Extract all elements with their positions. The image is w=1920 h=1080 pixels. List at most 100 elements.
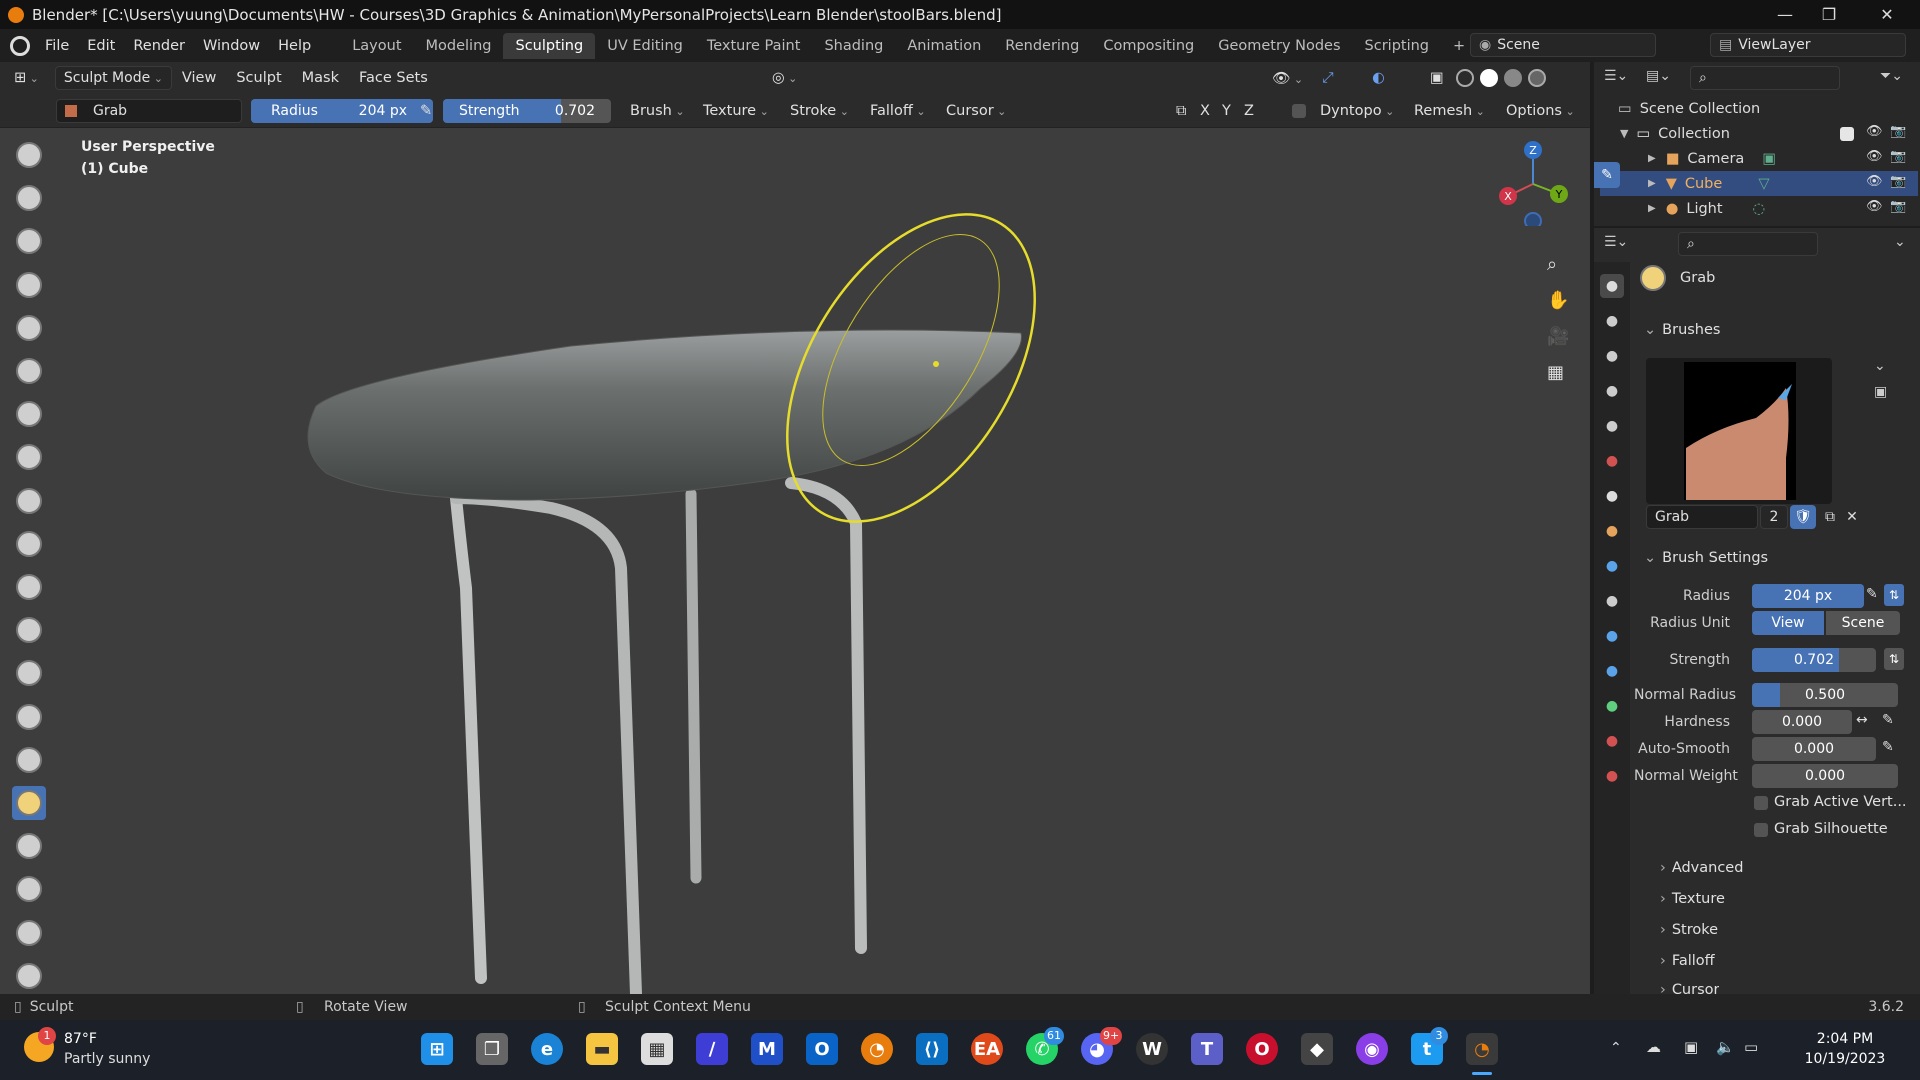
tab-scripting[interactable]: Scripting — [1353, 33, 1441, 59]
network-icon[interactable]: ▣ — [1684, 1038, 1698, 1056]
remesh-dropdown[interactable]: Remesh — [1404, 103, 1495, 119]
auto-smooth-field[interactable]: 0.000 — [1752, 737, 1876, 761]
outliner-item-light[interactable]: ▶ ● Light ◌ 👁 📷 — [1600, 196, 1918, 221]
cursor-dropdown[interactable]: Cursor — [936, 103, 1016, 119]
camera-view-icon[interactable]: 🎥 — [1547, 326, 1569, 347]
tool-fill-icon[interactable] — [12, 613, 46, 647]
properties-tab-scene-icon[interactable]: ● — [1600, 414, 1624, 438]
radius-unified-icon[interactable]: ⇅ — [1884, 584, 1904, 606]
blender-menu-icon[interactable] — [10, 35, 30, 56]
properties-tab-physics-icon[interactable]: ● — [1600, 624, 1624, 648]
filter-icon[interactable]: ⏷⌄ — [1880, 68, 1903, 84]
visibility-icon[interactable]: 👁 — [1262, 70, 1313, 87]
properties-tab-output-icon[interactable]: ● — [1600, 344, 1624, 368]
hardness-invert-icon[interactable]: ↔ — [1856, 712, 1868, 728]
teams-icon[interactable]: T — [1191, 1033, 1223, 1065]
weather-temperature[interactable]: 87°F — [64, 1031, 97, 1047]
cube-visibility-icon[interactable]: 👁 — [1866, 174, 1883, 189]
stroke-dropdown[interactable]: Stroke — [780, 103, 859, 119]
weather-description[interactable]: Partly sunny — [64, 1051, 150, 1067]
active-tool-icon[interactable]: ✎ — [1594, 162, 1620, 188]
expand-arrow-icon[interactable]: ▶ — [1648, 153, 1656, 164]
unlink-brush-icon[interactable]: ✕ — [1842, 505, 1862, 529]
xray-icon[interactable]: ▣ — [1420, 70, 1454, 86]
tool-scrape-icon[interactable] — [12, 656, 46, 690]
tool-draw-sharp-icon[interactable] — [12, 181, 46, 215]
tool-clay-thumb-icon[interactable] — [12, 311, 46, 345]
task-view-icon[interactable]: ❐ — [476, 1033, 508, 1065]
properties-tab-collection-icon[interactable]: ● — [1600, 484, 1624, 508]
normal-weight-field[interactable]: 0.000 — [1752, 764, 1898, 788]
properties-search-input[interactable]: ⌕ — [1678, 232, 1818, 256]
menu-face-sets[interactable]: Face Sets — [349, 70, 438, 86]
auto-smooth-pressure-icon[interactable]: ✎ — [1882, 739, 1894, 755]
tool-crease-icon[interactable] — [12, 484, 46, 518]
pan-hand-icon[interactable]: ✋ — [1547, 290, 1569, 311]
tab-compositing[interactable]: Compositing — [1091, 33, 1206, 59]
cube-render-icon[interactable]: 📷 — [1890, 174, 1906, 189]
outliner-collection[interactable]: ▼ ▭ Collection 👁 📷 — [1600, 121, 1918, 146]
material-shading-icon[interactable] — [1504, 69, 1522, 87]
light-visibility-icon[interactable]: 👁 — [1866, 199, 1883, 214]
brush-name-field[interactable]: Grab — [56, 98, 242, 123]
menu-view[interactable]: View — [172, 70, 226, 86]
file-explorer-icon[interactable]: ▬ — [586, 1033, 618, 1065]
zoom-icon[interactable]: ⌕ — [1547, 254, 1557, 275]
tool-multiplane-scrape-icon[interactable] — [12, 700, 46, 734]
fake-user-shield-icon[interactable]: 🛡 — [1790, 505, 1816, 529]
advanced-subsection[interactable]: › Advanced — [1660, 860, 1743, 876]
tool-flatten-icon[interactable] — [12, 570, 46, 604]
outliner-item-camera[interactable]: ▶ ■ Camera ▣ 👁 📷 — [1600, 146, 1918, 171]
properties-tab-modifiers-icon[interactable]: ● — [1600, 554, 1624, 578]
tab-sculpting[interactable]: Sculpting — [503, 32, 596, 59]
texture-subsection[interactable]: › Texture — [1660, 891, 1725, 907]
navigation-gizmo[interactable]: Z X Y — [1493, 136, 1573, 226]
outlook-icon[interactable]: O — [806, 1033, 838, 1065]
falloff-dropdown[interactable]: Falloff — [860, 103, 936, 119]
radius-slider[interactable]: Radius 204 px — [251, 99, 433, 123]
properties-options-icon[interactable]: ⌄ — [1894, 234, 1906, 250]
blender-active-taskbar-icon[interactable]: ◔ — [1466, 1033, 1498, 1065]
gizmo-icon[interactable]: ⤢ — [1312, 70, 1344, 86]
tool-blob-icon[interactable] — [12, 440, 46, 474]
math-app-icon[interactable]: ∕ — [696, 1033, 728, 1065]
cursor-subsection[interactable]: › Cursor — [1660, 982, 1719, 994]
menu-mask[interactable]: Mask — [292, 70, 349, 86]
brush-list-dropdown-icon[interactable]: ⌄ — [1874, 358, 1886, 374]
tool-pinch-icon[interactable] — [12, 743, 46, 777]
ea-app-icon[interactable]: EA — [971, 1033, 1003, 1065]
grab-silhouette-checkbox[interactable] — [1754, 823, 1768, 837]
rendered-shading-icon[interactable] — [1528, 69, 1546, 87]
tool-smooth-icon[interactable] — [12, 527, 46, 561]
solid-shading-icon[interactable] — [1480, 69, 1498, 87]
vscode-icon[interactable]: ⟨⟩ — [916, 1033, 948, 1065]
collection-render-icon[interactable]: 📷 — [1890, 124, 1906, 139]
collection-visibility-icon[interactable]: 👁 — [1866, 124, 1883, 139]
editor-type-icon[interactable]: ⊞ — [0, 70, 49, 86]
properties-tab-constraints-icon[interactable]: ● — [1600, 659, 1624, 683]
3d-viewport[interactable]: User Perspective (1) Cube Z X Y ⌕ ✋ 🎥 ▦ — [51, 128, 1590, 994]
hardness-pressure-icon[interactable]: ✎ — [1882, 712, 1894, 728]
menu-sculpt[interactable]: Sculpt — [226, 70, 291, 86]
texture-dropdown[interactable]: Texture — [693, 103, 779, 119]
onedrive-icon[interactable]: ☁ — [1646, 1038, 1661, 1056]
dyntopo-dropdown[interactable]: Dyntopo — [1310, 103, 1404, 119]
opera-icon[interactable]: O — [1246, 1033, 1278, 1065]
scene-selector[interactable]: ◉ Scene — [1470, 33, 1656, 57]
dell-app-icon[interactable]: M — [751, 1033, 783, 1065]
pressure-radius-icon[interactable]: ✎ — [410, 103, 442, 119]
ortho-grid-icon[interactable]: ▦ — [1547, 362, 1564, 383]
properties-tab-material-icon[interactable]: ● — [1600, 729, 1624, 753]
brush-settings-section-header[interactable]: ⌄ Brush Settings — [1644, 550, 1768, 566]
grab-active-vertex-checkbox[interactable] — [1754, 796, 1768, 810]
menu-window[interactable]: Window — [194, 38, 269, 54]
outliner-item-cube[interactable]: ▶ ▼ Cube ▽ 👁 📷 — [1600, 171, 1918, 196]
properties-tab-render-icon[interactable]: ● — [1600, 309, 1624, 333]
outliner-editor-icon[interactable]: ☰⌄ — [1604, 68, 1628, 84]
edge-browser-icon[interactable]: e — [531, 1033, 563, 1065]
properties-tab-world-icon[interactable]: ● — [1600, 449, 1624, 473]
tab-texture-paint[interactable]: Texture Paint — [695, 33, 813, 59]
outliner-search-input[interactable]: ⌕ — [1690, 66, 1840, 90]
brush-preview[interactable] — [1646, 358, 1832, 504]
tab-modeling[interactable]: Modeling — [414, 33, 504, 59]
